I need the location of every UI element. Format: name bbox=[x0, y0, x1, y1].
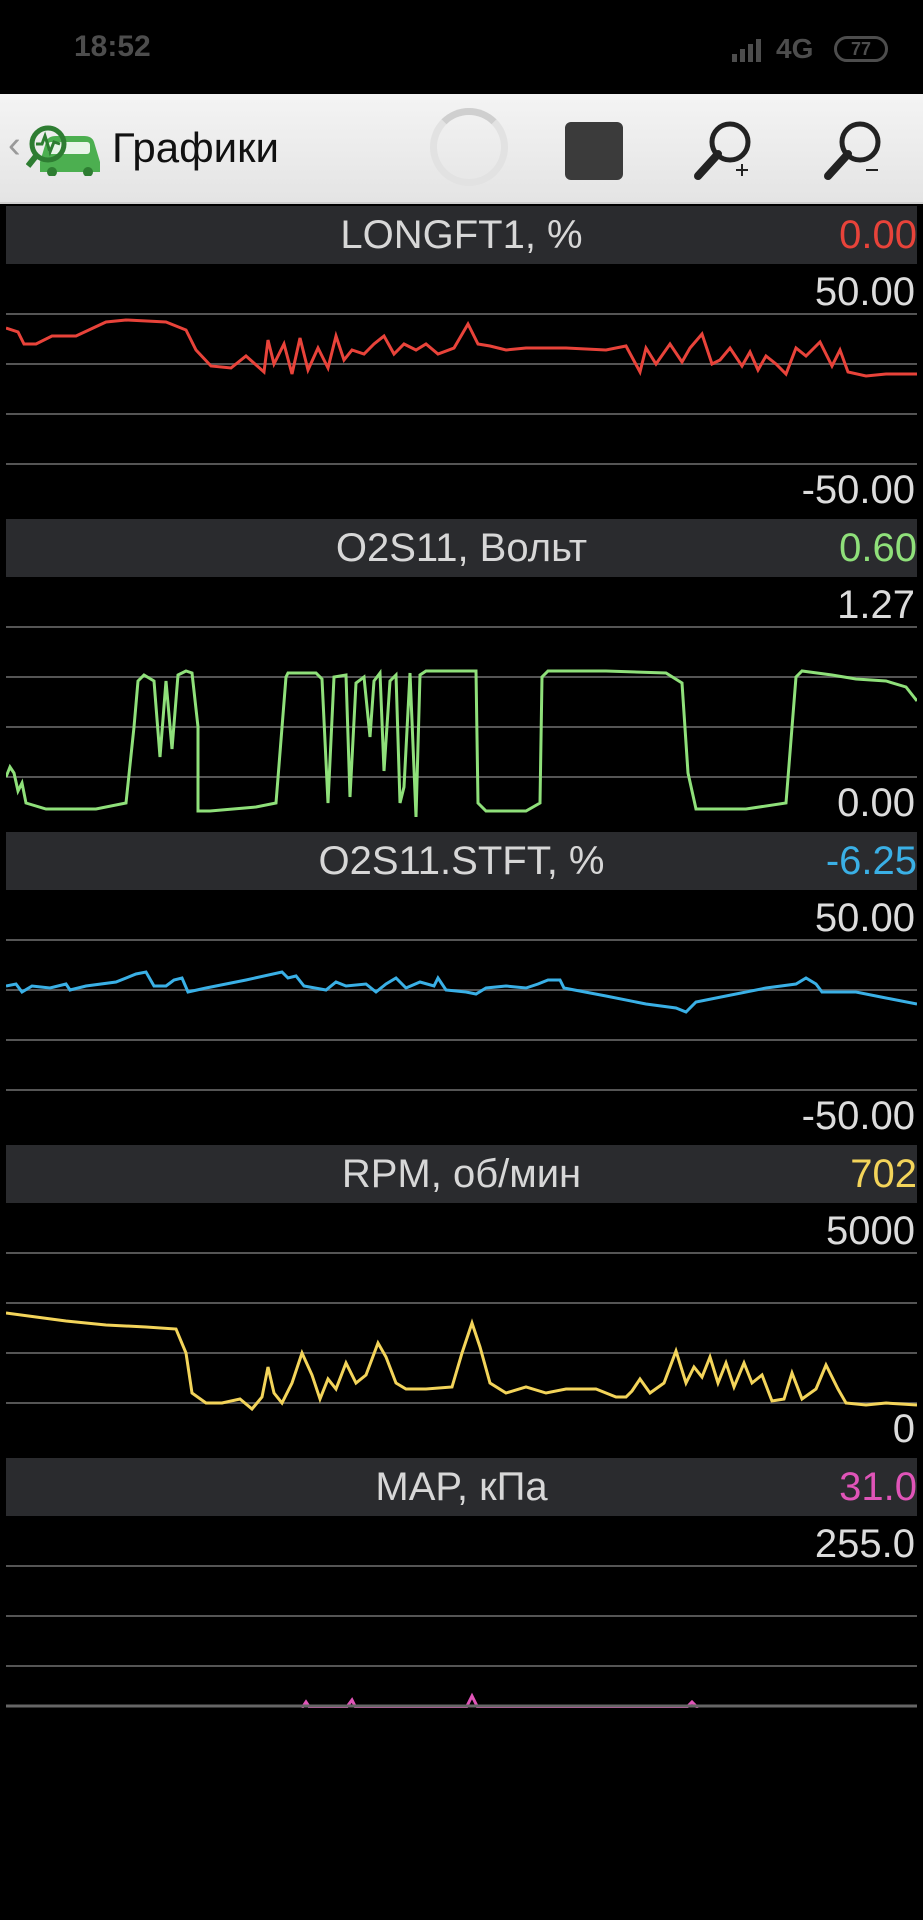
chart-rpm: RPM, об/мин 702 5000 0 bbox=[0, 1145, 923, 1457]
o2s11-stft-line bbox=[6, 970, 917, 1014]
chart-plot-area bbox=[6, 939, 917, 1091]
chart-name: RPM, об/мин bbox=[341, 1152, 582, 1196]
chart-plot-area bbox=[6, 626, 917, 818]
chart-plot-area bbox=[6, 313, 917, 465]
chart-name: MAP, кПа bbox=[375, 1465, 548, 1509]
chart-header: O2S11.STFT, % bbox=[6, 832, 917, 890]
o2s11-line bbox=[6, 668, 917, 818]
status-time: 18:52 bbox=[74, 30, 151, 63]
chart-current-value: 702 bbox=[850, 1152, 917, 1196]
empty-bottom-area bbox=[0, 1712, 923, 1920]
chart-name: O2S11.STFT, % bbox=[318, 839, 605, 883]
network-label: 4G bbox=[776, 33, 814, 64]
chart-longft1: LONGFT1, % 0.00 50.00 -50.00 bbox=[0, 206, 923, 518]
chart-header: LONGFT1, % bbox=[6, 206, 917, 264]
chart-o2s11: O2S11, Вольт 0.60 1.27 0.00 bbox=[0, 519, 923, 831]
chart-header: RPM, об/мин bbox=[6, 1145, 917, 1203]
battery-icon: 77 bbox=[834, 36, 888, 62]
chart-current-value: 0.00 bbox=[839, 213, 917, 257]
chart-current-value: 0.60 bbox=[839, 526, 917, 570]
chart-name: LONGFT1, % bbox=[340, 213, 583, 257]
chart-y-max: 50.00 bbox=[814, 896, 915, 940]
chart-map: MAP, кПа 31.0 255.0 bbox=[0, 1458, 923, 1712]
chart-y-min: -50.00 bbox=[801, 1094, 915, 1138]
chart-header: MAP, кПа bbox=[6, 1458, 917, 1516]
chart-y-min: 0.00 bbox=[837, 781, 915, 825]
rpm-line bbox=[6, 1311, 917, 1412]
chart-plot-area bbox=[6, 1252, 917, 1412]
page-title: Графики bbox=[112, 124, 279, 171]
chart-current-value: -6.25 bbox=[825, 839, 917, 883]
chart-y-max: 1.27 bbox=[837, 583, 915, 627]
chart-y-max: 255.0 bbox=[814, 1522, 915, 1566]
zoom-in-icon[interactable] bbox=[690, 114, 762, 186]
back-chevron-icon[interactable]: ‹ bbox=[8, 124, 21, 167]
loading-spinner-icon bbox=[430, 108, 508, 186]
toolbar: ‹ Графики bbox=[0, 94, 923, 204]
chart-y-min: 0 bbox=[892, 1407, 915, 1451]
longft1-line bbox=[6, 318, 917, 378]
chart-header: O2S11, Вольт bbox=[6, 519, 917, 577]
status-bar: 18:52 4G 77 bbox=[0, 0, 923, 94]
chart-y-max: 5000 bbox=[826, 1209, 915, 1253]
chart-y-max: 50.00 bbox=[814, 270, 915, 314]
chart-name: O2S11, Вольт bbox=[335, 526, 588, 570]
chart-o2s11-stft: O2S11.STFT, % -6.25 50.00 -50.00 bbox=[0, 832, 923, 1144]
stop-button[interactable] bbox=[565, 122, 623, 180]
chart-y-min: -50.00 bbox=[801, 468, 915, 512]
car-diagnostics-logo-icon[interactable] bbox=[26, 122, 104, 176]
chart-plot-area bbox=[6, 1565, 917, 1708]
signal-icon bbox=[732, 39, 761, 62]
chart-current-value: 31.0 bbox=[839, 1465, 917, 1509]
zoom-out-icon[interactable] bbox=[820, 114, 892, 186]
